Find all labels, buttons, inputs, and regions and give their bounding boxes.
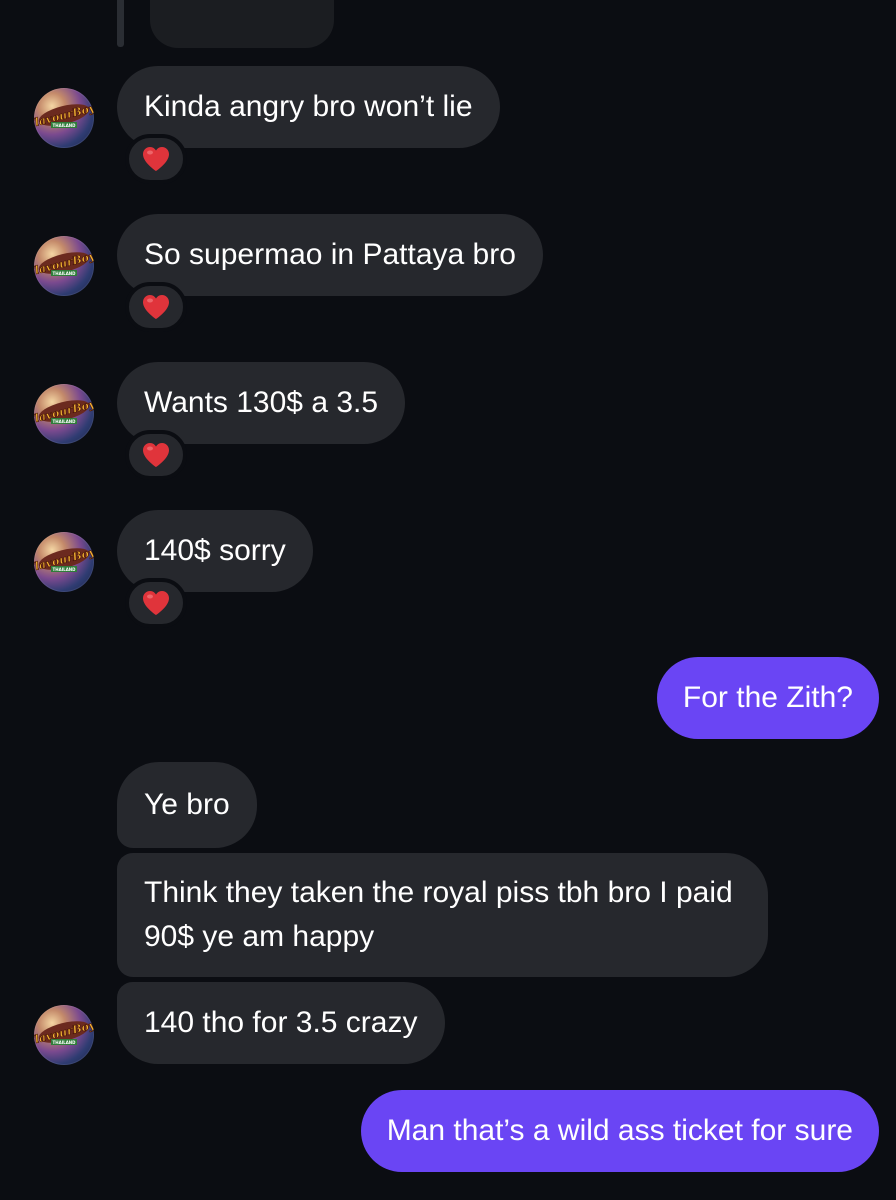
message-text: 140$ sorry xyxy=(144,534,286,567)
reaction-badge[interactable] xyxy=(125,430,187,480)
avatar[interactable]: FlavourBoyz THAILAND xyxy=(34,1005,94,1065)
message-bubble-outgoing[interactable]: For the Zith? xyxy=(656,657,879,739)
reaction-badge[interactable] xyxy=(125,134,187,184)
avatar[interactable]: FlavourBoyz THAILAND xyxy=(34,236,94,296)
avatar[interactable]: FlavourBoyz THAILAND xyxy=(34,88,94,148)
message-text: So supermao in Pattaya bro xyxy=(144,238,516,271)
avatar-logo-subtext: THAILAND xyxy=(53,271,77,276)
reaction-badge[interactable] xyxy=(125,578,187,628)
thread-line xyxy=(117,0,124,47)
flavourboyz-logo-icon: FlavourBoyz THAILAND xyxy=(34,1017,94,1049)
message-text: 140 tho for 3.5 crazy xyxy=(144,1006,418,1039)
avatar-logo-subtext: THAILAND xyxy=(53,567,77,572)
reaction-badge[interactable] xyxy=(125,282,187,332)
avatar[interactable]: FlavourBoyz THAILAND xyxy=(34,532,94,592)
message-bubble[interactable]: Kinda angry bro won’t lie xyxy=(117,66,500,148)
flavourboyz-logo-icon: FlavourBoyz THAILAND xyxy=(34,100,94,132)
message-text: For the Zith? xyxy=(682,681,853,714)
message-bubble[interactable]: Think they taken the royal piss tbh bro … xyxy=(117,853,768,977)
message-bubble[interactable]: So supermao in Pattaya bro xyxy=(117,214,543,296)
message-bubble[interactable]: Ye bro xyxy=(117,762,257,848)
previous-message-bubble[interactable] xyxy=(150,0,334,48)
red-heart-icon xyxy=(143,443,169,467)
avatar-logo-subtext: THAILAND xyxy=(53,1040,77,1045)
red-heart-icon xyxy=(143,295,169,319)
message-text: Wants 130$ a 3.5 xyxy=(144,386,379,419)
avatar[interactable]: FlavourBoyz THAILAND xyxy=(34,384,94,444)
red-heart-icon xyxy=(143,591,169,615)
red-heart-icon xyxy=(143,147,169,171)
message-text: Man that’s a wild ass ticket for sure xyxy=(386,1114,853,1147)
message-text: Ye bro xyxy=(144,788,230,821)
message-text: Kinda angry bro won’t lie xyxy=(144,90,473,123)
avatar-logo-subtext: THAILAND xyxy=(53,123,77,128)
flavourboyz-logo-icon: FlavourBoyz THAILAND xyxy=(34,396,94,428)
avatar-logo-subtext: THAILAND xyxy=(53,419,77,424)
message-text: Think they taken the royal piss tbh bro … xyxy=(144,876,733,953)
flavourboyz-logo-icon: FlavourBoyz THAILAND xyxy=(34,544,94,576)
flavourboyz-logo-icon: FlavourBoyz THAILAND xyxy=(34,248,94,280)
message-bubble[interactable]: 140 tho for 3.5 crazy xyxy=(117,982,445,1064)
message-bubble-outgoing[interactable]: Man that’s a wild ass ticket for sure xyxy=(360,1090,879,1172)
